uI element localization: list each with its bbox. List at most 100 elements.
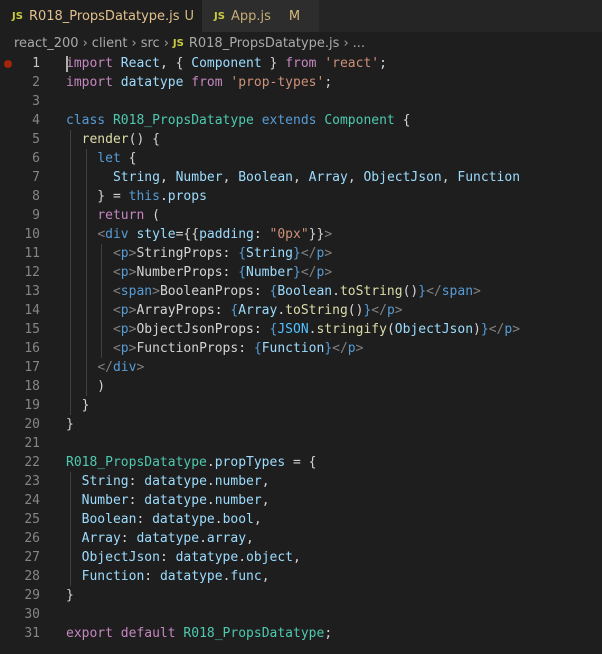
code-token: </ xyxy=(97,360,113,375)
code-token: : xyxy=(128,474,145,489)
code-token: } xyxy=(293,246,301,261)
code-line[interactable]: 18 ) xyxy=(0,377,602,396)
code-text: } = this.props xyxy=(66,187,207,206)
code-token: FunctionProps: xyxy=(136,341,254,356)
code-token: . xyxy=(238,550,247,565)
code-token: StringProps: xyxy=(136,246,239,261)
code-token: array xyxy=(206,531,247,546)
code-line[interactable]: 19 } xyxy=(0,396,602,415)
code-token: : xyxy=(136,512,153,527)
code-text: Number: datatype.number, xyxy=(66,491,270,510)
code-line[interactable]: 14 <p>ArrayProps: {Array.toString()}</p> xyxy=(0,301,602,320)
code-line[interactable]: 5 render() { xyxy=(0,130,602,149)
breakpoint-dot-icon[interactable] xyxy=(4,60,12,68)
code-line[interactable]: 22 R018_PropsDatatype.propTypes = { xyxy=(0,453,602,472)
code-line[interactable]: 8 } = this.props xyxy=(0,187,602,206)
code-editor[interactable]: 1 import React, { Component } from 'react… xyxy=(0,54,602,654)
breadcrumb-item-src[interactable]: src xyxy=(141,36,160,51)
code-line[interactable]: 31 export default R018_PropsDatatype; xyxy=(0,624,602,643)
code-line[interactable]: 24 Number: datatype.number, xyxy=(0,491,602,510)
code-token: ={{ xyxy=(175,227,200,242)
code-line[interactable]: 26 Array: datatype.array, xyxy=(0,529,602,548)
code-text: <p>NumberProps: {Number}</p> xyxy=(66,263,332,282)
line-number: 13 xyxy=(24,284,40,299)
code-token: </ xyxy=(371,303,387,318)
code-line[interactable]: 12 <p>NumberProps: {Number}</p> xyxy=(0,263,602,282)
modified-status-badge: M xyxy=(288,8,301,24)
tab-r018-propsdatatype[interactable]: JS R018_PropsDatatype.js U xyxy=(0,0,202,32)
code-line[interactable]: 20} xyxy=(0,415,602,434)
code-line[interactable]: 23 String: datatype.number, xyxy=(0,472,602,491)
code-line[interactable]: 2 import datatype from 'prop-types'; xyxy=(0,73,602,92)
code-token: Number xyxy=(175,170,223,185)
code-line[interactable]: 16 <p>FunctionProps: {Function}</p> xyxy=(0,339,602,358)
code-line[interactable]: 28 Function: datatype.func, xyxy=(0,567,602,586)
code-line[interactable]: 3 xyxy=(0,92,602,111)
line-number: 26 xyxy=(24,531,40,546)
code-line[interactable]: 25 Boolean: datatype.bool, xyxy=(0,510,602,529)
code-token: Array xyxy=(81,531,121,546)
code-line[interactable]: 10 <div style={{padding: "0px"}}> xyxy=(0,225,602,244)
code-text: Boolean: datatype.bool, xyxy=(66,510,262,529)
code-line[interactable]: 11 <p>StringProps: {String}</p> xyxy=(0,244,602,263)
code-text: <p>ArrayProps: {Array.toString()}</p> xyxy=(66,301,403,320)
code-text: Array: datatype.array, xyxy=(66,529,254,548)
code-line[interactable]: 27 ObjectJson: datatype.object, xyxy=(0,548,602,567)
code-token: </ xyxy=(300,265,317,280)
tab-label: App.js xyxy=(230,8,271,24)
code-line[interactable]: 7 String, Number, Boolean, Array, Object… xyxy=(0,168,602,187)
breadcrumb-item-client[interactable]: client xyxy=(92,36,128,51)
code-line[interactable]: 9 return ( xyxy=(0,206,602,225)
code-token: String xyxy=(81,474,129,489)
code-token: padding xyxy=(199,227,254,242)
code-token: ; xyxy=(379,56,387,71)
untracked-status-badge: U xyxy=(184,9,195,24)
javascript-file-icon: JS xyxy=(12,11,23,22)
code-token: < xyxy=(112,341,121,356)
tab-app-js[interactable]: JS App.js M xyxy=(202,0,320,32)
breadcrumb-item-file[interactable]: R018_PropsDatatype.js xyxy=(189,36,340,51)
code-text: <p>FunctionProps: {Function}</p> xyxy=(66,339,363,358)
code-token: < xyxy=(112,322,121,337)
code-token: datatype xyxy=(144,493,207,508)
code-text: String, Number, Boolean, Array, ObjectJs… xyxy=(66,168,520,187)
code-token: . xyxy=(277,303,286,318)
code-line[interactable]: 13 <span>BooleanProps: {Boolean.toString… xyxy=(0,282,602,301)
code-token: from xyxy=(191,75,223,90)
line-number: 21 xyxy=(24,436,40,451)
line-number: 24 xyxy=(24,493,40,508)
code-token: p xyxy=(347,341,356,356)
line-number: 18 xyxy=(24,379,40,394)
code-text: } xyxy=(66,586,74,605)
code-token: , { xyxy=(159,56,192,71)
line-number: 25 xyxy=(24,512,40,527)
code-line[interactable]: 17 </div> xyxy=(0,358,602,377)
code-token: , xyxy=(441,170,458,185)
code-line[interactable]: 29} xyxy=(0,586,602,605)
code-token: p xyxy=(386,303,395,318)
code-line[interactable]: 6 let { xyxy=(0,149,602,168)
code-line[interactable]: 4 class R018_PropsDatatype extends Compon… xyxy=(0,111,602,130)
breadcrumb-item-react-200[interactable]: react_200 xyxy=(14,36,79,51)
code-token: > xyxy=(324,265,333,280)
code-text: String: datatype.number, xyxy=(66,472,270,491)
code-text: R018_PropsDatatype.propTypes = { xyxy=(66,453,316,472)
breadcrumb-item-symbol[interactable]: ... xyxy=(353,36,365,51)
code-line[interactable]: 1 import React, { Component } from 'react… xyxy=(0,54,602,73)
code-token: Component xyxy=(191,56,262,71)
code-line[interactable]: 30 xyxy=(0,605,602,624)
code-token: . xyxy=(206,474,215,489)
code-token: < xyxy=(112,246,121,261)
code-token: < xyxy=(112,265,121,280)
code-token: () { xyxy=(128,132,160,147)
code-token: p xyxy=(120,246,129,261)
code-line[interactable]: 15 <p>ObjectJsonProps: {JSON.stringify(O… xyxy=(0,320,602,339)
code-token: bool xyxy=(222,512,254,527)
code-token: datatype xyxy=(144,474,207,489)
code-line[interactable]: 21 xyxy=(0,434,602,453)
code-token: let xyxy=(97,151,121,166)
line-number: 12 xyxy=(24,265,40,280)
